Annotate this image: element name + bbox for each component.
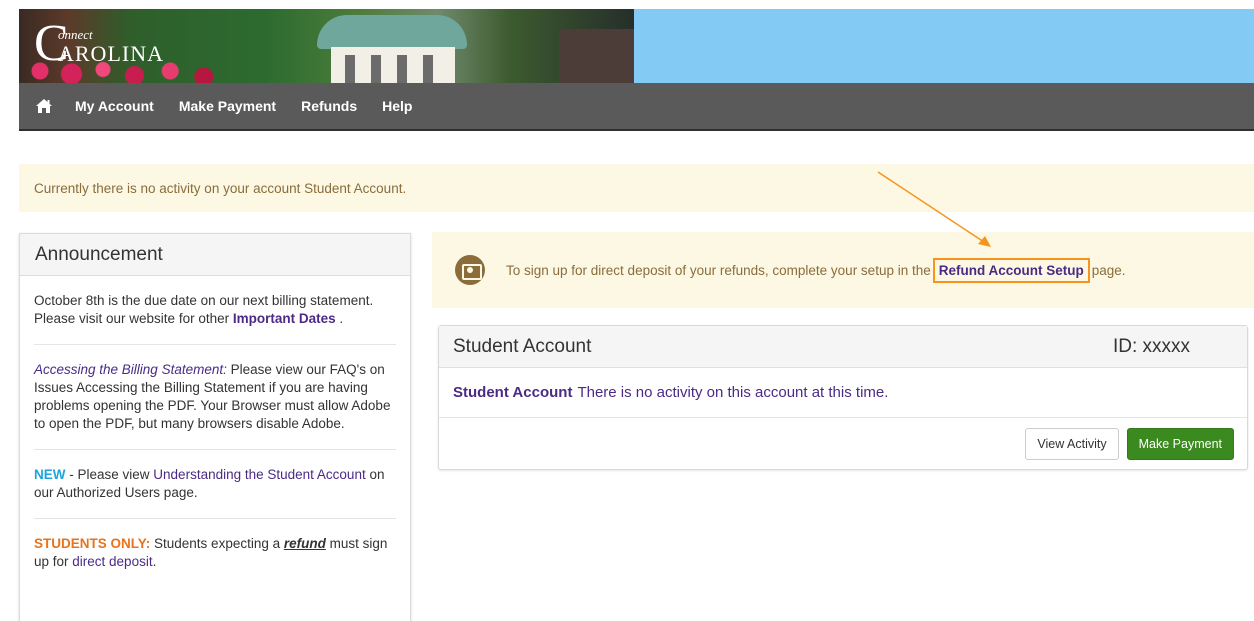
notice-text: Currently there is no activity on your a… [34,180,407,196]
direct-deposit-alert: To sign up for direct deposit of your re… [432,232,1254,308]
nav-refunds[interactable]: Refunds [301,98,357,114]
student-account-id: ID: xxxxx [1112,335,1190,357]
student-account-body-lead: Student Account [453,384,573,401]
announcement-due-date: October 8th is the due date on our next … [34,276,396,345]
new-badge: NEW [34,467,66,482]
billing-statement-link[interactable]: Accessing the Billing Statement: [34,362,227,377]
announcement-new: NEW - Please view Understanding the Stud… [34,450,396,519]
direct-deposit-text: To sign up for direct deposit of your re… [506,262,931,278]
student-account-body: Student Account There is no activity on … [439,368,1247,418]
new-text: - Please view [65,467,154,482]
student-account-body-text: There is no activity on this account at … [577,384,889,401]
student-account-panel: Student Account ID: xxxxx Student Accoun… [438,325,1248,470]
home-icon[interactable] [35,98,53,114]
old-well-columns [331,47,455,83]
direct-deposit-tail: page. [1091,262,1126,278]
logo-main-text: AROLINA [58,41,164,66]
announcement-billing-statement: Accessing the Billing Statement: Please … [34,345,396,450]
understanding-student-account-link[interactable]: Understanding the Student Account [153,467,365,482]
site-banner: C onnect AROLINA [19,9,1254,83]
important-dates-link[interactable]: Important Dates [233,311,336,326]
banner-building [559,29,634,83]
direct-deposit-link[interactable]: direct deposit [72,554,152,569]
due-date-tail: . [335,311,344,326]
nav-make-payment[interactable]: Make Payment [179,98,276,114]
old-well-dome [317,15,467,49]
student-account-title: Student Account [453,335,592,357]
no-activity-notice: Currently there is no activity on your a… [19,164,1254,212]
students-tail: . [152,554,157,569]
student-account-actions: View Activity Make Payment [439,418,1247,469]
make-payment-button[interactable]: Make Payment [1126,427,1234,460]
announcement-students-only: STUDENTS ONLY: Students expecting a refu… [34,519,396,587]
announcement-panel: Announcement October 8th is the due date… [19,233,411,621]
refund-emphasis: refund [283,536,326,551]
main-navigation: My Account Make Payment Refunds Help [19,83,1254,131]
nav-help[interactable]: Help [382,98,412,114]
refund-account-setup-link[interactable]: Refund Account Setup [932,257,1090,283]
student-account-header: Student Account ID: xxxxx [439,326,1247,368]
money-icon [455,255,485,285]
view-activity-button[interactable]: View Activity [1025,427,1119,460]
announcement-title: Announcement [20,234,410,276]
students-text: Students expecting a [150,536,284,551]
nav-my-account[interactable]: My Account [75,98,154,114]
students-only-badge: STUDENTS ONLY: [34,536,151,551]
banner-sky [634,9,1254,83]
